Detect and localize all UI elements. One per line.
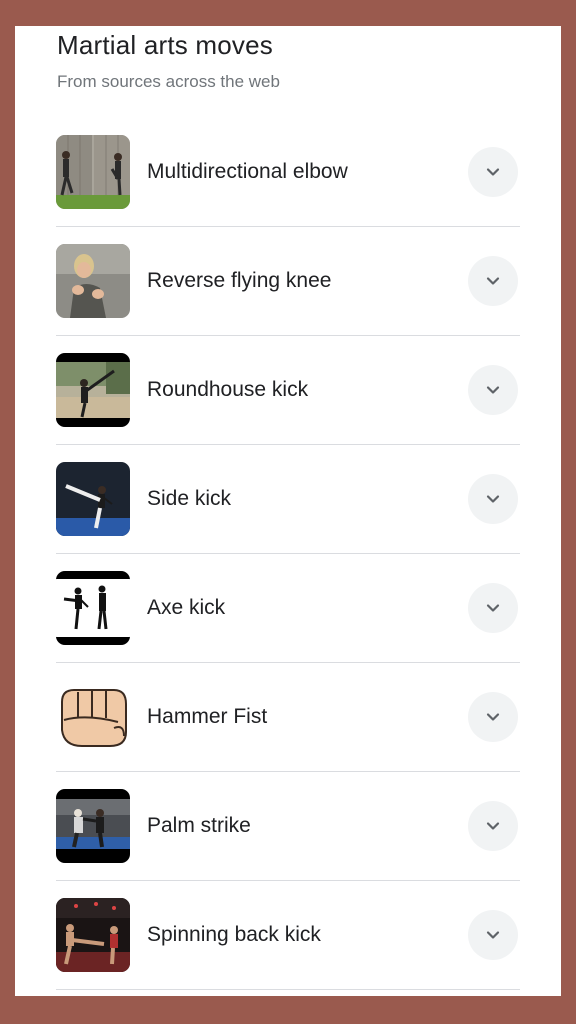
results-card: Martial arts moves From sources across t…: [15, 26, 561, 996]
thumbnail-image: [56, 898, 130, 972]
chevron-down-icon: [486, 386, 500, 394]
chevron-down-icon: [486, 604, 500, 612]
thumbnail-image: [56, 462, 130, 536]
thumbnail-image: [56, 789, 130, 863]
item-label: Spinning back kick: [147, 923, 321, 946]
list-item[interactable]: Hammer Fist: [56, 663, 520, 772]
panel-subtitle: From sources across the web: [57, 72, 280, 91]
chevron-down-icon: [486, 495, 500, 503]
item-label: Palm strike: [147, 814, 251, 837]
list-item[interactable]: Side kick: [56, 445, 520, 554]
list-item[interactable]: Axe kick: [56, 554, 520, 663]
panel-title: Martial arts moves: [57, 30, 273, 60]
chevron-down-icon: [486, 713, 500, 721]
item-label: Hammer Fist: [147, 705, 268, 728]
item-label: Side kick: [147, 487, 232, 510]
chevron-down-icon: [486, 168, 500, 176]
list-item[interactable]: Multidirectional elbow: [56, 118, 520, 227]
expand-button[interactable]: [468, 474, 518, 524]
expand-button[interactable]: [468, 256, 518, 306]
chevron-down-icon: [486, 822, 500, 830]
expand-button[interactable]: [468, 147, 518, 197]
chevron-down-icon: [486, 277, 500, 285]
moves-list: Multidirectional elbow Reverse flying kn…: [56, 118, 520, 990]
item-label: Reverse flying knee: [147, 269, 332, 292]
thumbnail-image: [56, 244, 130, 318]
thumbnail-image: [56, 135, 130, 209]
thumbnail-image: [56, 680, 130, 754]
thumbnail-image: [56, 353, 130, 427]
expand-button[interactable]: [468, 910, 518, 960]
list-item[interactable]: Roundhouse kick: [56, 336, 520, 445]
item-label: Roundhouse kick: [147, 378, 309, 401]
thumbnail-image: [56, 571, 130, 645]
expand-button[interactable]: [468, 583, 518, 633]
list-item[interactable]: Palm strike: [56, 772, 520, 881]
item-label: Axe kick: [147, 596, 226, 619]
expand-button[interactable]: [468, 692, 518, 742]
item-label: Multidirectional elbow: [147, 160, 348, 183]
list-item[interactable]: Reverse flying knee: [56, 227, 520, 336]
expand-button[interactable]: [468, 801, 518, 851]
chevron-down-icon: [486, 931, 500, 939]
list-item[interactable]: Spinning back kick: [56, 881, 520, 990]
expand-button[interactable]: [468, 365, 518, 415]
